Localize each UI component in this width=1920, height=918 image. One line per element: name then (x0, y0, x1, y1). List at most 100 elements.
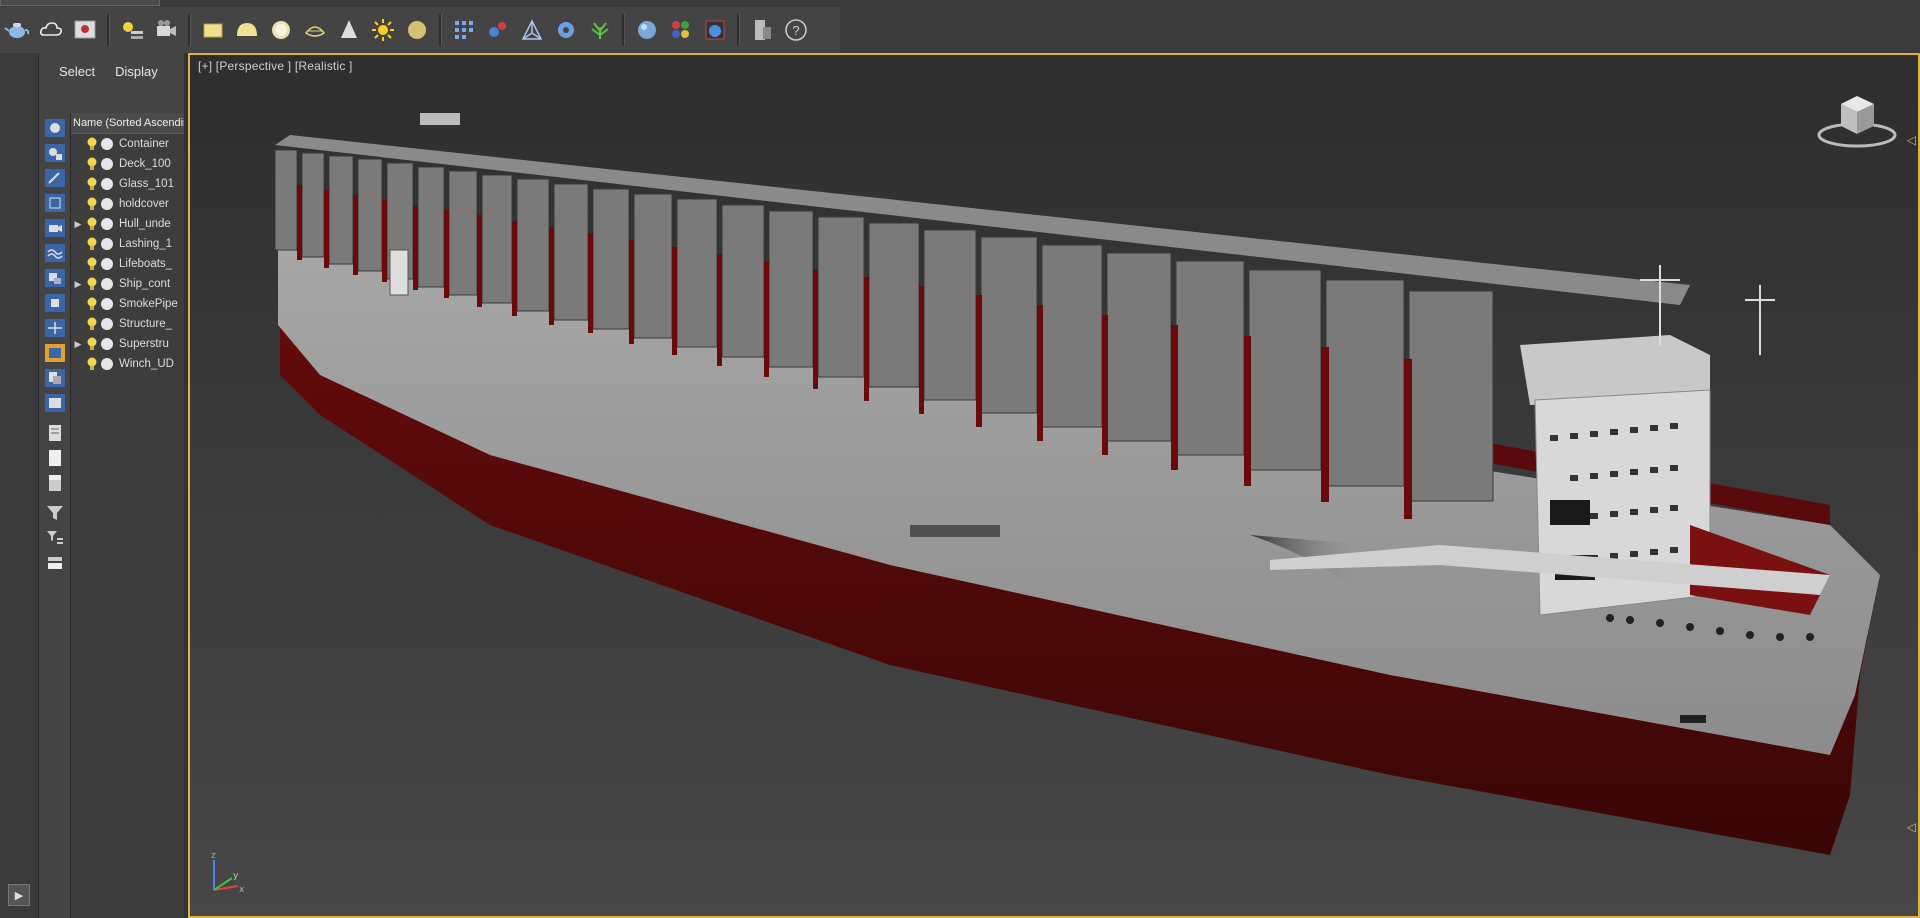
scene-item-row[interactable]: ▶ Superstru (71, 334, 185, 354)
light-bulb-icon[interactable] (85, 316, 99, 332)
page-icon[interactable] (44, 448, 66, 468)
geometry-icon[interactable] (99, 236, 115, 252)
scene-item-row[interactable]: Lifeboats_ (71, 254, 185, 274)
perspective-viewport[interactable]: [+] [Perspective ] [Realistic ] ◁ ◁ z x … (188, 53, 1920, 918)
light-bulb-icon[interactable] (85, 276, 99, 292)
cloud-icon[interactable] (35, 14, 67, 46)
geometry-icon[interactable] (99, 356, 115, 372)
light-bulb-icon[interactable] (85, 296, 99, 312)
light-bulb-icon[interactable] (85, 356, 99, 372)
scene-item-row[interactable]: Glass_101 (71, 174, 185, 194)
device-icon[interactable] (746, 14, 778, 46)
disc-icon[interactable] (401, 14, 433, 46)
geometry-icon[interactable] (99, 256, 115, 272)
light-bulb-icon[interactable] (85, 336, 99, 352)
filter-icon[interactable] (44, 503, 66, 523)
tab-display[interactable]: Display (115, 64, 158, 79)
expand-arrow-icon[interactable]: ▶ (71, 339, 85, 350)
gear-icon[interactable] (550, 14, 582, 46)
scene-item-label[interactable]: Lifeboats_ (119, 258, 172, 270)
document-icon[interactable] (44, 423, 66, 443)
scene-item-row[interactable]: holdcover (71, 194, 185, 214)
light-bulb-icon[interactable] (85, 216, 99, 232)
light-bulb-icon[interactable] (85, 196, 99, 212)
scene-item-label[interactable]: Hull_unde (119, 218, 171, 230)
display-bones-icon[interactable] (44, 343, 66, 363)
scene-item-label[interactable]: Winch_UD (119, 358, 174, 370)
image-icon[interactable] (69, 14, 101, 46)
scene-item-label[interactable]: Lashing_1 (119, 238, 172, 250)
globe-icon[interactable] (631, 14, 663, 46)
expand-arrow-icon[interactable]: ▶ (71, 219, 85, 230)
light-bulb-icon[interactable] (85, 256, 99, 272)
palette-icon[interactable] (665, 14, 697, 46)
scene-item-row[interactable]: Container (71, 134, 185, 154)
display-groups-icon[interactable] (44, 293, 66, 313)
scene-item-row[interactable]: Deck_100 (71, 154, 185, 174)
display-cameras-icon[interactable] (44, 218, 66, 238)
scene-item-label[interactable]: Structure_ (119, 318, 172, 330)
geometry-icon[interactable] (99, 136, 115, 152)
geometry-icon[interactable] (99, 156, 115, 172)
help-icon[interactable]: ? (780, 14, 812, 46)
scene-item-label[interactable]: Deck_100 (119, 158, 171, 170)
expand-arrow-icon[interactable]: ▶ (71, 279, 85, 290)
display-geometry-icon[interactable] (44, 143, 66, 163)
scene-item-label[interactable]: Container (119, 138, 169, 150)
sun-icon[interactable] (367, 14, 399, 46)
light-bulb-icon[interactable] (85, 176, 99, 192)
render-icon[interactable] (699, 14, 731, 46)
scene-item-row[interactable]: ▶ Ship_cont (71, 274, 185, 294)
window-tab[interactable] (0, 0, 160, 6)
layers-icon[interactable] (44, 553, 66, 573)
scene-item-label[interactable]: Ship_cont (119, 278, 170, 290)
scene-item-label[interactable]: Glass_101 (119, 178, 174, 190)
tab-select[interactable]: Select (59, 64, 95, 79)
light-bulb-icon[interactable] (85, 136, 99, 152)
scene-item-row[interactable]: Lashing_1 (71, 234, 185, 254)
geometry-icon[interactable] (99, 336, 115, 352)
geometry-icon[interactable] (99, 276, 115, 292)
column-header-name[interactable]: Name (Sorted Ascending) (71, 113, 185, 134)
page-layers-icon[interactable] (44, 473, 66, 493)
filter-list-icon[interactable] (44, 528, 66, 548)
grid-icon[interactable] (448, 14, 480, 46)
lights-icon[interactable] (116, 14, 148, 46)
display-spacewarps-icon[interactable] (44, 268, 66, 288)
display-lights-icon[interactable] (44, 193, 66, 213)
viewport-label[interactable]: [+] [Perspective ] [Realistic ] (198, 59, 353, 73)
scene-item-label[interactable]: SmokePipe (119, 298, 178, 310)
geometry-icon[interactable] (99, 216, 115, 232)
molecule-icon[interactable] (482, 14, 514, 46)
plant-icon[interactable] (584, 14, 616, 46)
light-bulb-icon[interactable] (85, 236, 99, 252)
geometry-icon[interactable] (99, 316, 115, 332)
scene-item-row[interactable]: Structure_ (71, 314, 185, 334)
play-icon[interactable]: ▶ (8, 884, 30, 906)
geometry-icon[interactable] (99, 296, 115, 312)
scene-item-row[interactable]: SmokePipe (71, 294, 185, 314)
cone-icon[interactable] (333, 14, 365, 46)
display-containers-icon[interactable] (44, 368, 66, 388)
viewcube-icon[interactable] (1816, 90, 1898, 150)
box-icon[interactable] (197, 14, 229, 46)
dome-icon[interactable] (231, 14, 263, 46)
scene-item-row[interactable]: ▶ Hull_unde (71, 214, 185, 234)
viewport-marker-bottom: ◁ (1906, 820, 1916, 834)
display-xrefs-icon[interactable] (44, 318, 66, 338)
helix-icon[interactable] (299, 14, 331, 46)
display-none-icon[interactable] (44, 118, 66, 138)
scene-item-label[interactable]: holdcover (119, 198, 169, 210)
geometry-icon[interactable] (99, 176, 115, 192)
sphere-icon[interactable] (265, 14, 297, 46)
display-frozen-icon[interactable] (44, 393, 66, 413)
light-bulb-icon[interactable] (85, 156, 99, 172)
scene-item-label[interactable]: Superstru (119, 338, 169, 350)
teapot-icon[interactable] (1, 14, 33, 46)
camera-icon[interactable] (150, 14, 182, 46)
scene-item-row[interactable]: Winch_UD (71, 354, 185, 374)
geometry-icon[interactable] (99, 196, 115, 212)
network-icon[interactable] (516, 14, 548, 46)
display-shapes-icon[interactable] (44, 168, 66, 188)
display-helpers-icon[interactable] (44, 243, 66, 263)
